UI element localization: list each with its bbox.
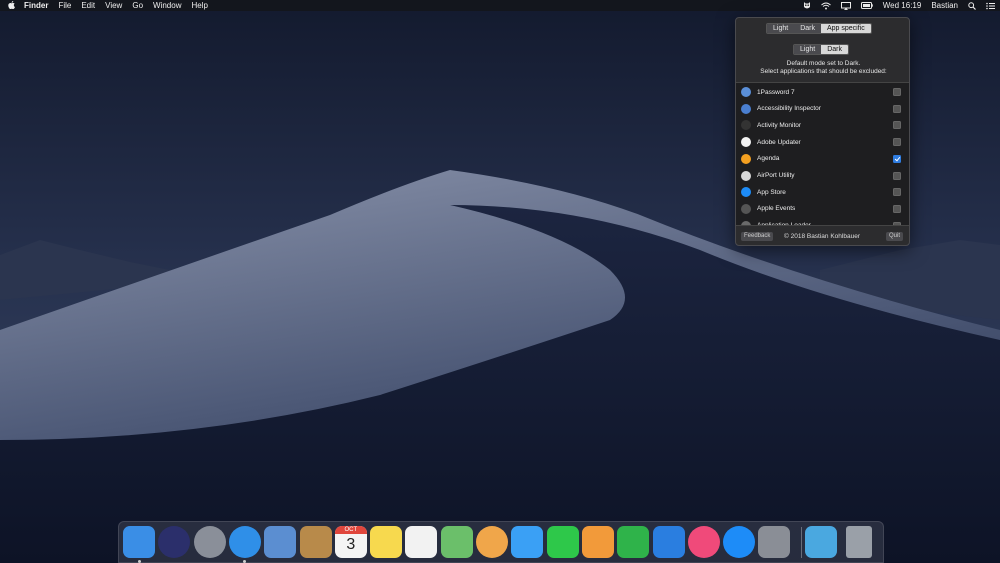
tab-dark[interactable]: Dark: [794, 24, 821, 33]
info-text: Default mode set to Dark. Select applica…: [736, 60, 909, 76]
tab-app-specific[interactable]: App specific: [820, 24, 871, 33]
app-name: Activity Monitor: [757, 121, 802, 129]
agenda-icon: [741, 153, 751, 164]
pages-icon[interactable]: [581, 526, 614, 558]
menu-help[interactable]: Help: [186, 0, 212, 11]
trash-icon[interactable]: [846, 526, 872, 558]
app-name: App Store: [757, 188, 786, 196]
system-preferences-icon[interactable]: [758, 526, 791, 558]
exclude-checkbox[interactable]: [893, 171, 901, 180]
airplay-icon[interactable]: [836, 1, 856, 10]
dock-separator: [801, 527, 802, 558]
menu-edit[interactable]: Edit: [76, 0, 100, 11]
app-exclusion-list[interactable]: 1Password 7 Accessibility Inspector Activi…: [736, 82, 909, 226]
exclude-checkbox[interactable]: [893, 88, 901, 96]
app-name: Adobe Updater: [757, 138, 801, 146]
facetime-icon[interactable]: [546, 526, 579, 558]
exclude-checkbox[interactable]: [893, 138, 901, 147]
numbers-icon[interactable]: [617, 526, 650, 558]
calendar-month: OCT: [334, 526, 367, 534]
info-line-select-apps: Select applications that should be exclu…: [760, 68, 887, 75]
quit-button[interactable]: Quit: [886, 232, 904, 241]
app-store-dock-icon[interactable]: [723, 526, 756, 558]
exclude-checkbox[interactable]: [893, 154, 901, 163]
exclude-checkbox[interactable]: [893, 204, 901, 213]
exclude-checkbox[interactable]: [893, 104, 901, 113]
default-mode-segmented-control: Light Dark: [793, 44, 849, 55]
safari-icon[interactable]: [228, 526, 261, 558]
app-name: Agenda: [757, 155, 780, 163]
menu-file[interactable]: File: [53, 0, 76, 11]
feedback-button[interactable]: Feedback: [741, 232, 774, 241]
siri-icon[interactable]: [158, 526, 191, 558]
menu-window[interactable]: Window: [148, 0, 186, 11]
app-row[interactable]: Agenda: [736, 151, 909, 167]
exclude-checkbox[interactable]: [893, 188, 901, 197]
mode-tab-segmented-control: Light Dark App specific: [766, 23, 872, 34]
menu-bar: Finder File Edit View Go Window Help Wed…: [0, 0, 1000, 11]
app-row[interactable]: AirPort Utility: [736, 168, 909, 184]
popover-footer: Feedback © 2018 Bastian Kohlbauer Quit: [736, 227, 909, 245]
app-row[interactable]: Activity Monitor: [736, 117, 909, 133]
app-row[interactable]: Accessibility Inspector: [736, 101, 909, 117]
calendar-day: 3: [346, 536, 356, 553]
app-name: Application Loader: [757, 222, 811, 226]
apple-events-icon: [741, 203, 751, 214]
wifi-icon[interactable]: [816, 2, 836, 10]
exclude-checkbox[interactable]: [893, 121, 901, 130]
downloads-folder-icon[interactable]: [805, 526, 837, 558]
mode-dark-option[interactable]: Dark: [821, 45, 848, 54]
apple-logo-icon[interactable]: [0, 0, 22, 11]
mode-light-option[interactable]: Light: [794, 45, 822, 54]
launchpad-icon[interactable]: [193, 526, 226, 558]
app-row[interactable]: 1Password 7: [736, 84, 909, 100]
app-row[interactable]: Adobe Updater: [736, 134, 909, 150]
menu-go[interactable]: Go: [127, 0, 148, 11]
keynote-icon[interactable]: [652, 526, 685, 558]
airport-utility-icon: [741, 170, 751, 181]
application-loader-icon: [741, 220, 751, 225]
popover-arrow: [816, 18, 828, 23]
menu-app-name[interactable]: Finder: [22, 0, 53, 11]
adobe-updater-icon: [741, 137, 751, 148]
photos-icon[interactable]: [476, 526, 508, 558]
1password-icon: [741, 87, 751, 97]
mail-icon[interactable]: [264, 526, 297, 558]
activity-monitor-icon: [741, 120, 751, 131]
dark-mode-popover: Light Dark App specific Light Dark Defau…: [735, 17, 910, 246]
app-name: AirPort Utility: [757, 172, 795, 179]
finder-icon[interactable]: [123, 526, 155, 558]
exclude-checkbox[interactable]: [893, 221, 901, 225]
messages-icon[interactable]: [511, 526, 544, 558]
night-owl-icon[interactable]: [798, 1, 816, 10]
itunes-icon[interactable]: [687, 526, 720, 558]
notification-center-icon[interactable]: [981, 2, 1000, 10]
app-row[interactable]: App Store: [736, 184, 909, 200]
maps-icon[interactable]: [440, 526, 473, 558]
accessibility-inspector-icon: [741, 103, 751, 114]
battery-icon[interactable]: [856, 2, 878, 9]
user-name[interactable]: Bastian: [926, 0, 963, 11]
app-name: Accessibility Inspector: [757, 105, 821, 113]
app-row[interactable]: Apple Events: [736, 201, 909, 217]
app-row[interactable]: Application Loader: [736, 218, 909, 226]
clock[interactable]: Wed 16:19: [878, 0, 927, 11]
notes-icon[interactable]: [370, 526, 403, 558]
copyright-text: © 2018 Bastian Kohlbauer: [784, 233, 860, 240]
app-name: Apple Events: [757, 205, 796, 213]
contacts-icon[interactable]: [299, 526, 332, 558]
menu-view[interactable]: View: [100, 0, 127, 11]
calendar-icon[interactable]: OCT 3: [334, 526, 367, 558]
tab-light[interactable]: Light: [767, 24, 795, 33]
dock: OCT 3: [118, 521, 884, 563]
info-line-default-mode: Default mode set to Dark.: [786, 60, 861, 67]
reminders-icon[interactable]: [405, 526, 438, 558]
spotlight-icon[interactable]: [963, 1, 981, 10]
app-store-icon: [741, 187, 751, 198]
app-name: 1Password 7: [757, 88, 795, 96]
